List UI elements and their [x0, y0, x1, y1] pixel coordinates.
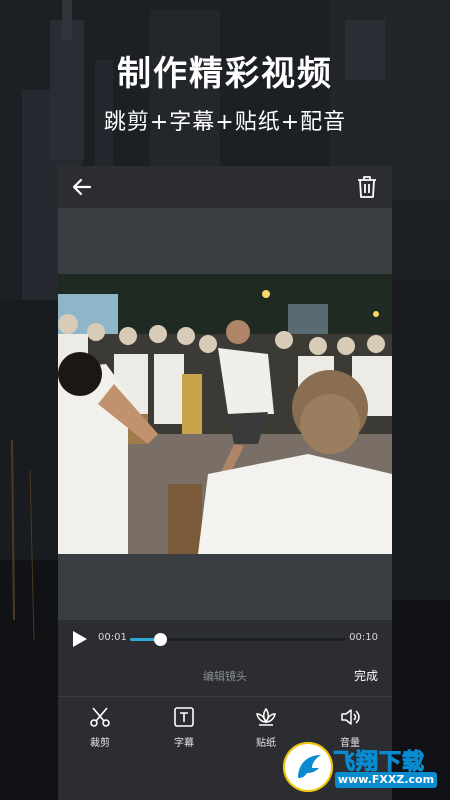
watermark-logo	[283, 742, 333, 792]
edit-title: 编辑镜头	[203, 670, 247, 683]
current-time: 00:01	[98, 632, 127, 643]
top-bar	[58, 166, 392, 208]
video-frame[interactable]	[58, 274, 392, 554]
seek-bar[interactable]	[130, 633, 346, 646]
seek-handle[interactable]	[154, 633, 168, 646]
site-watermark: 飞翔下载 www.FXXZ.com	[283, 742, 443, 794]
lotus-icon	[256, 707, 276, 726]
trash-icon[interactable]	[356, 175, 378, 199]
tool-label: 裁剪	[90, 738, 110, 749]
watermark-url: www.FXXZ.com	[335, 772, 437, 788]
video-preview-area	[58, 208, 392, 620]
promo-subline: 跳剪+字幕+贴纸+配音	[103, 110, 347, 135]
arrow-left-icon[interactable]	[70, 175, 94, 199]
tool-label: 字幕	[174, 738, 194, 749]
divider	[58, 696, 392, 697]
player-controls: 00:01 00:10	[58, 620, 392, 660]
editor-panel: 00:01 00:10 编辑镜头 完成 裁剪 字幕 贴纸 音量	[58, 166, 392, 800]
done-button[interactable]: 完成	[354, 667, 378, 684]
play-icon[interactable]	[72, 630, 88, 648]
edit-bar: 编辑镜头 完成	[58, 660, 392, 692]
scissors-icon	[90, 707, 110, 727]
tool-cut[interactable]: 裁剪	[70, 706, 130, 749]
text-box-icon	[174, 707, 194, 727]
speaker-icon	[341, 709, 360, 725]
promo-headline: 制作精彩视频	[117, 54, 333, 94]
tool-subtitle[interactable]: 字幕	[154, 706, 214, 749]
total-time: 00:10	[349, 632, 378, 643]
